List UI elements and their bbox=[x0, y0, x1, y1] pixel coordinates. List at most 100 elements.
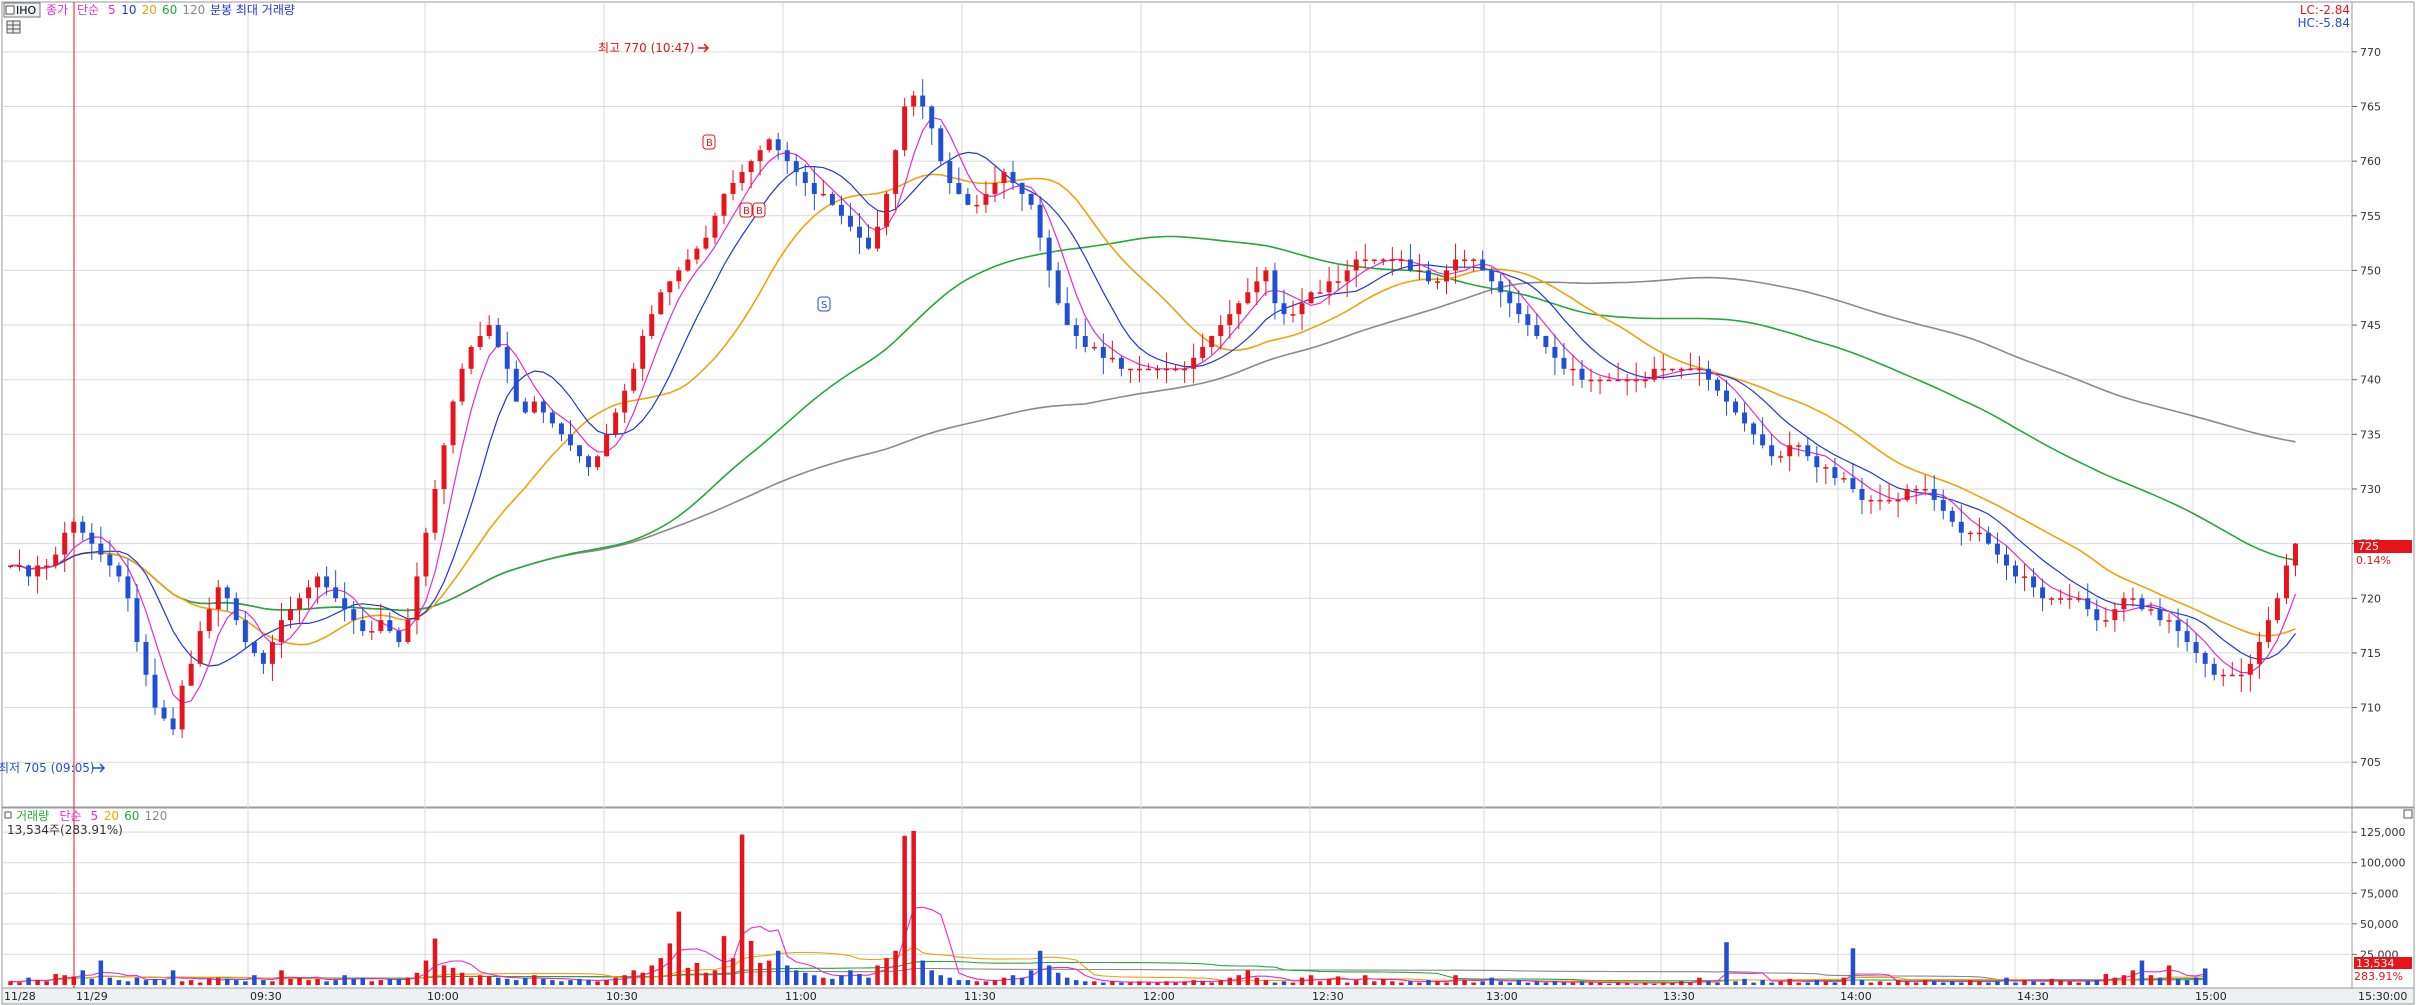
symbol-checkbox-icon[interactable] bbox=[5, 5, 15, 15]
volume-bar bbox=[929, 970, 934, 985]
candle-body bbox=[1091, 346, 1097, 349]
time-tick-label: 12:00 bbox=[1143, 990, 1175, 1003]
volume-bar bbox=[839, 975, 844, 985]
table-icon[interactable] bbox=[6, 20, 21, 34]
volume-bar bbox=[884, 958, 889, 985]
legend-item: 60 bbox=[162, 3, 177, 17]
candle-body bbox=[242, 620, 248, 642]
legend-item: 거래량 bbox=[16, 809, 49, 823]
candle-body bbox=[1146, 368, 1151, 371]
candle-body bbox=[622, 390, 628, 413]
volume-bar bbox=[486, 976, 492, 985]
volume-bar bbox=[541, 978, 546, 985]
candle-body bbox=[2274, 598, 2280, 621]
volume-bar bbox=[1110, 981, 1115, 985]
volume-bar bbox=[1019, 977, 1025, 985]
candle-body bbox=[1976, 532, 1982, 535]
candle-body bbox=[2112, 609, 2118, 621]
candle-body bbox=[604, 434, 610, 457]
candle-body bbox=[1642, 379, 1648, 382]
volume-bar bbox=[568, 980, 573, 985]
price-tick-label: 760 bbox=[2360, 155, 2381, 168]
candle-body bbox=[2067, 598, 2073, 600]
candle-body bbox=[477, 336, 483, 347]
candle-body bbox=[342, 598, 348, 610]
price-tick-label: 765 bbox=[2360, 101, 2381, 114]
svg-text:B: B bbox=[743, 206, 750, 217]
candle-body bbox=[1444, 270, 1450, 282]
candle-body bbox=[1028, 193, 1034, 205]
volume-bar bbox=[1516, 980, 1522, 985]
candle-body bbox=[1010, 172, 1016, 183]
volume-bar bbox=[1417, 982, 1422, 985]
volume-tick-label: 125,000 bbox=[2360, 826, 2406, 839]
candle-body bbox=[586, 456, 592, 468]
candle-body bbox=[965, 193, 971, 205]
candle-body bbox=[1751, 423, 1757, 435]
volume-bar bbox=[1904, 981, 1910, 985]
candle-body bbox=[1714, 379, 1720, 391]
candle-body bbox=[838, 204, 844, 216]
volume-bar bbox=[80, 970, 86, 985]
legend-item: 종가 bbox=[46, 3, 68, 17]
volume-bar bbox=[1453, 975, 1458, 985]
panel-collapse-button[interactable] bbox=[2403, 809, 2413, 819]
candle-body bbox=[134, 598, 140, 642]
candle-body bbox=[956, 183, 962, 194]
candle-body bbox=[333, 587, 339, 599]
volume-bar bbox=[640, 972, 645, 985]
volume-bar bbox=[243, 981, 248, 985]
candle-body bbox=[1353, 259, 1359, 271]
svg-text:B: B bbox=[756, 206, 763, 217]
volume-bar bbox=[1534, 981, 1540, 985]
time-tick-label: 15:00 bbox=[2195, 990, 2227, 1003]
legend-item: 5 bbox=[108, 3, 116, 17]
volume-bar bbox=[1236, 975, 1242, 985]
volume-bar bbox=[116, 980, 122, 985]
volume-bar bbox=[306, 980, 311, 985]
candle-body bbox=[595, 456, 601, 468]
candle-body bbox=[2139, 598, 2145, 610]
volume-tick-label: 100,000 bbox=[2360, 857, 2406, 870]
candle-body bbox=[1651, 368, 1657, 380]
volume-bar bbox=[1796, 982, 1802, 985]
candle-body bbox=[468, 346, 474, 369]
volume-bar bbox=[1579, 981, 1585, 985]
candle-body bbox=[260, 652, 266, 664]
candle-body bbox=[297, 598, 303, 610]
candle-body bbox=[1868, 499, 1874, 502]
time-tick-label: 15:30:00 bbox=[2358, 990, 2407, 1003]
volume-bar bbox=[1498, 981, 1503, 985]
volume-bar bbox=[1787, 978, 1792, 985]
candle-body bbox=[1534, 325, 1540, 336]
volume-bar bbox=[134, 977, 140, 985]
volume-bar bbox=[2166, 965, 2172, 985]
volume-checkbox-icon[interactable] bbox=[4, 811, 12, 819]
candle-body bbox=[1055, 270, 1061, 304]
volume-bar bbox=[1209, 982, 1214, 985]
candle-body bbox=[62, 532, 68, 555]
price-tick-label: 710 bbox=[2360, 702, 2381, 715]
candle-body bbox=[1182, 368, 1188, 371]
volume-bar bbox=[170, 970, 176, 985]
volume-bar bbox=[1308, 975, 1314, 985]
candle-body bbox=[1200, 346, 1206, 358]
volume-bar bbox=[1489, 977, 1494, 985]
volume-bar bbox=[703, 972, 709, 985]
candle-body bbox=[378, 620, 384, 632]
candle-body bbox=[44, 565, 50, 567]
candle-body bbox=[2003, 554, 2009, 566]
candle-body bbox=[2265, 620, 2271, 642]
candle-body bbox=[631, 368, 637, 391]
candle-body bbox=[1209, 336, 1215, 347]
candle-body bbox=[2211, 663, 2217, 675]
volume-bar bbox=[613, 977, 618, 985]
candle-body bbox=[1769, 445, 1775, 457]
candle-body bbox=[784, 150, 790, 162]
volume-bar bbox=[234, 980, 239, 985]
candle-body bbox=[1507, 292, 1513, 304]
candle-body bbox=[1299, 303, 1305, 315]
time-tick-label: 11/28 bbox=[4, 990, 36, 1003]
candle-body bbox=[2130, 598, 2136, 600]
candle-body bbox=[251, 642, 257, 653]
